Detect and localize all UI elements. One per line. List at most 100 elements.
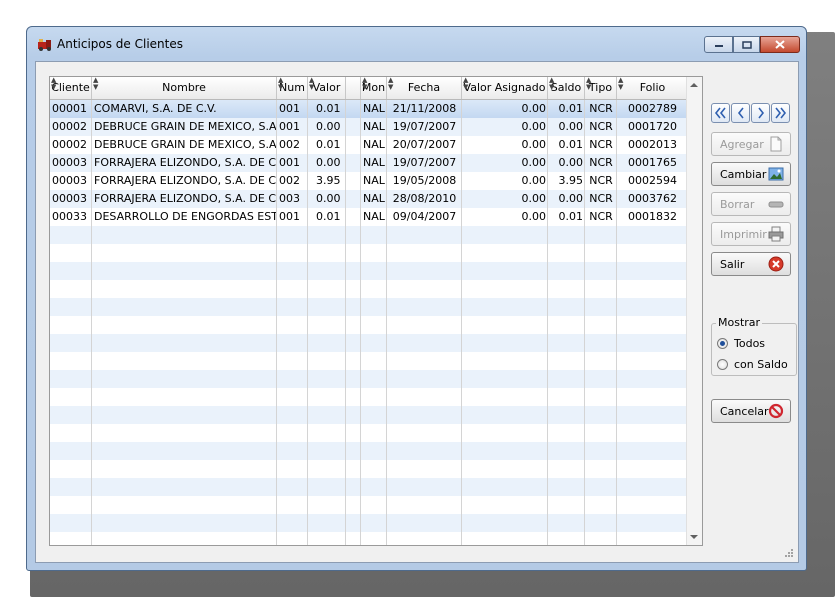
cell-valor-asignado: 0.00 — [521, 138, 547, 151]
maximize-button[interactable] — [733, 36, 760, 53]
cell-num: 003 — [279, 192, 300, 205]
radio-con-saldo-label[interactable]: con Saldo — [734, 358, 788, 371]
sort-icon: ▲ ▼ — [549, 77, 555, 91]
empty-row[interactable] — [50, 514, 688, 532]
radio-todos[interactable] — [717, 338, 728, 349]
empty-row[interactable] — [50, 334, 688, 352]
table-row[interactable]: 00003 FORRAJERA ELIZONDO, S.A. DE C.V. 003… — [50, 190, 688, 208]
col-header-label: Folio — [639, 81, 666, 94]
cell-saldo: 0.00 — [558, 192, 584, 205]
cell-cliente: 00001 — [52, 102, 87, 115]
anticipos-grid[interactable]: ▲ ▼ Cliente ▲ ▼ Nombre ▲ ▼ Num ▲ ▼ Valor ▲ ▼ Mon ▲… — [49, 76, 703, 546]
next-record-button[interactable] — [751, 103, 770, 123]
sort-icon: ▲ ▼ — [93, 77, 99, 91]
sort-icon: ▲ ▼ — [388, 77, 394, 91]
empty-row[interactable] — [50, 442, 688, 460]
sort-icon: ▲ ▼ — [278, 77, 284, 91]
first-record-button[interactable] — [711, 103, 730, 123]
salir-label: Salir — [720, 258, 745, 271]
column-divider — [616, 100, 617, 545]
col-header-nombre[interactable]: ▲ ▼ Nombre — [92, 77, 277, 99]
empty-row[interactable] — [50, 406, 688, 424]
col-header-valor-asignado[interactable]: ▲ ▼ Valor Asignado — [462, 77, 548, 99]
mostrar-legend: Mostrar — [716, 316, 763, 329]
cell-tipo: NCR — [589, 102, 613, 115]
col-header-saldo[interactable]: ▲ ▼ Saldo — [548, 77, 585, 99]
agregar-button[interactable]: Agregar — [711, 132, 791, 156]
close-icon — [775, 40, 785, 49]
salir-button[interactable]: Salir — [711, 252, 791, 276]
empty-row[interactable] — [50, 280, 688, 298]
cell-folio: 0001720 — [628, 120, 677, 133]
empty-row[interactable] — [50, 244, 688, 262]
empty-row[interactable] — [50, 496, 688, 514]
client-area: ▲ ▼ Cliente ▲ ▼ Nombre ▲ ▼ Num ▲ ▼ Valor ▲ ▼ Mon ▲… — [35, 61, 799, 563]
last-record-button[interactable] — [771, 103, 790, 123]
cell-tipo: NCR — [589, 210, 613, 223]
app-icon — [38, 39, 51, 51]
empty-row[interactable] — [50, 226, 688, 244]
scroll-down-icon[interactable] — [690, 535, 698, 539]
table-row[interactable]: 00002 DEBRUCE GRAIN DE MEXICO, S.A. DE001… — [50, 118, 688, 136]
vertical-scrollbar[interactable] — [686, 77, 702, 545]
col-header-num[interactable]: ▲ ▼ Num — [277, 77, 308, 99]
borrar-button[interactable]: Borrar — [711, 192, 791, 216]
cell-fecha: 19/05/2008 — [392, 174, 457, 187]
cell-valor: 0.00 — [316, 120, 341, 133]
scroll-up-icon[interactable] — [690, 83, 698, 87]
empty-row[interactable] — [50, 262, 688, 280]
cell-valor: 0.00 — [316, 192, 341, 205]
window-title: Anticipos de Clientes — [57, 37, 183, 51]
col-header-label: Nombre — [162, 81, 206, 94]
empty-row[interactable] — [50, 316, 688, 334]
previous-record-button[interactable] — [731, 103, 750, 123]
table-row[interactable]: 00001 COMARVI, S.A. DE C.V. 001 0.01 NAL 21/1… — [50, 100, 688, 118]
cell-fecha: 20/07/2007 — [392, 138, 457, 151]
empty-row[interactable] — [50, 478, 688, 496]
borrar-label: Borrar — [720, 198, 755, 211]
empty-row[interactable] — [50, 352, 688, 370]
table-row[interactable]: 00003 FORRAJERA ELIZONDO, S.A. DE C.V. 001… — [50, 154, 688, 172]
empty-row[interactable] — [50, 532, 688, 545]
close-button[interactable] — [760, 36, 800, 53]
col-header-label: Valor — [312, 81, 341, 94]
col-header-label: Tipo — [588, 81, 613, 94]
table-row[interactable]: 00033 DESARROLLO DE ENGORDAS ESTABUL001 0.… — [50, 208, 688, 226]
minimize-icon — [714, 44, 723, 47]
empty-row[interactable] — [50, 460, 688, 478]
table-row[interactable]: 00002 DEBRUCE GRAIN DE MEXICO, S.A. DE002… — [50, 136, 688, 154]
col-header-mon[interactable]: ▲ ▼ Mon — [361, 77, 387, 99]
col-header-tipo[interactable]: ▲ ▼ Tipo — [585, 77, 617, 99]
cancelar-button[interactable]: Cancelar — [711, 399, 791, 423]
cell-folio: 0003762 — [628, 192, 677, 205]
cell-cliente: 00002 — [52, 120, 87, 133]
cell-valor: 0.01 — [316, 210, 341, 223]
cambiar-button[interactable]: Cambiar — [711, 162, 791, 186]
cell-folio: 0002594 — [628, 174, 677, 187]
table-row[interactable]: 00003 FORRAJERA ELIZONDO, S.A. DE C.V. 002… — [50, 172, 688, 190]
col-header-fecha[interactable]: ▲ ▼ Fecha — [387, 77, 462, 99]
title-bar[interactable]: Anticipos de Clientes — [27, 27, 806, 61]
empty-row[interactable] — [50, 388, 688, 406]
cell-num: 001 — [279, 156, 300, 169]
empty-row[interactable] — [50, 370, 688, 388]
radio-con-saldo[interactable] — [717, 359, 728, 370]
sort-icon: ▲ ▼ — [309, 77, 315, 91]
radio-todos-label[interactable]: Todos — [734, 337, 765, 350]
double-chevron-left-icon — [714, 107, 726, 119]
empty-row[interactable] — [50, 424, 688, 442]
cell-fecha: 09/04/2007 — [392, 210, 457, 223]
resize-grip-icon[interactable] — [784, 548, 794, 558]
chevron-right-icon — [757, 107, 764, 119]
col-header-valor[interactable]: ▲ ▼ Valor — [308, 77, 346, 99]
imprimir-button[interactable]: Imprimir — [711, 222, 791, 246]
empty-row[interactable] — [50, 298, 688, 316]
col-header-cliente[interactable]: ▲ ▼ Cliente — [50, 77, 92, 99]
col-header-folio[interactable]: ▲ ▼ Folio — [617, 77, 688, 99]
column-divider — [276, 100, 277, 545]
cell-nombre: FORRAJERA ELIZONDO, S.A. DE C.V. — [94, 174, 277, 187]
minimize-button[interactable] — [704, 36, 733, 53]
printer-icon — [768, 226, 784, 242]
cell-mon: NAL — [363, 156, 385, 169]
col-header-blank[interactable] — [346, 77, 361, 99]
